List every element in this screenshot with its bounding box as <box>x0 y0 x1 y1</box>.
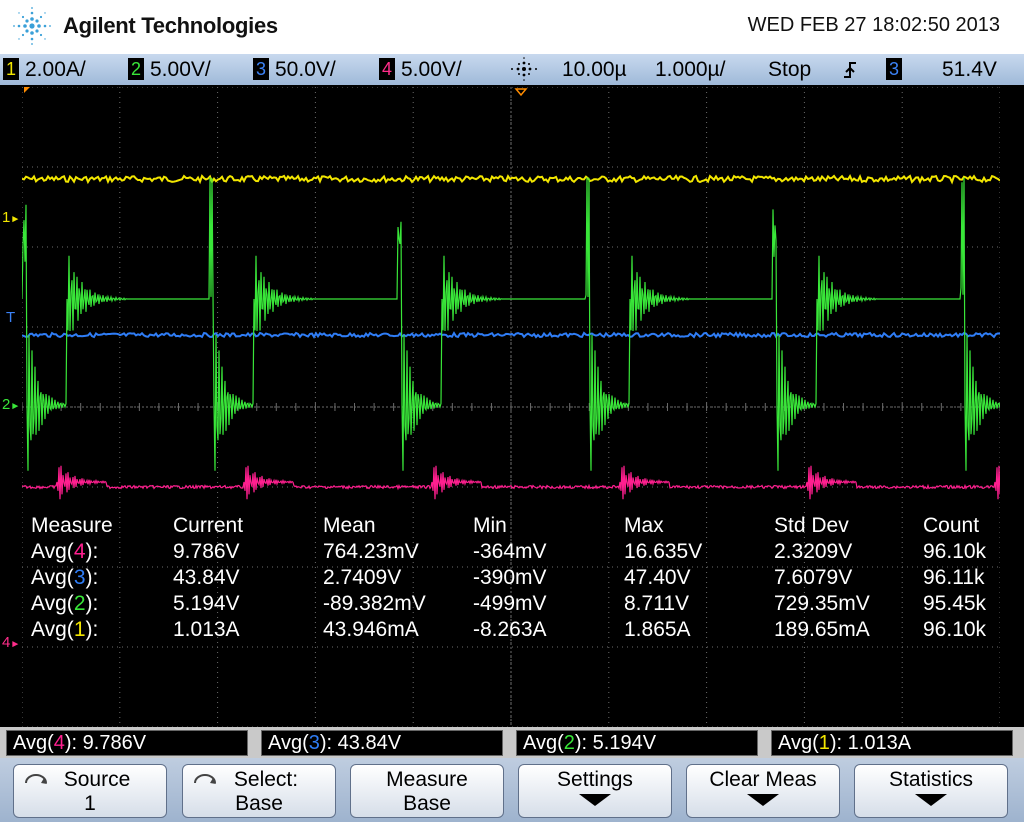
header-max: Max <box>624 514 664 537</box>
source-softkey[interactable]: Source 1 <box>13 764 167 818</box>
measurement-min: -390mV <box>473 566 547 589</box>
trigger-source-badge: 3 <box>886 58 902 80</box>
measurement-mean: -89.382mV <box>323 592 426 615</box>
measurement-label: Avg(1): <box>31 618 99 641</box>
measurement-std-dev: 729.35mV <box>774 592 870 615</box>
header-current: Current <box>173 514 244 537</box>
readout-avg4[interactable]: Avg(4): 9.786V <box>6 730 248 756</box>
status-bar: 1 2.00A/ 2 5.00V/ 3 50.0V/ 4 5.00V/ 10.00µ 1… <box>0 54 1024 85</box>
measurement-min: -364mV <box>473 540 547 563</box>
arrow-down-icon <box>915 794 947 806</box>
channel-4-ground-marker[interactable]: 4► <box>2 634 20 651</box>
channel-4-scale-value: 5.00V/ <box>401 58 462 81</box>
trigger-level[interactable]: 51.4V <box>942 57 997 82</box>
measurement-count: 96.10k <box>923 540 987 563</box>
header-bar: Agilent Technologies WED FEB 27 18:02:50… <box>0 0 1024 54</box>
channel-2-scale-value: 5.00V/ <box>150 58 211 81</box>
measurement-current: 43.84V <box>173 566 240 589</box>
measurement-std-dev: 7.6079V <box>774 566 853 589</box>
brand-name: Agilent Technologies <box>63 13 278 38</box>
run-state[interactable]: Stop <box>768 57 811 82</box>
measurement-count: 95.45k <box>923 592 987 615</box>
measurement-current: 5.194V <box>173 592 240 615</box>
measurement-std-dev: 2.3209V <box>774 540 853 563</box>
channel-2-scale[interactable]: 2 5.00V/ <box>128 57 211 82</box>
channel-1-scale[interactable]: 1 2.00A/ <box>3 57 86 82</box>
timebase-scale[interactable]: 1.000µ/ <box>655 57 726 82</box>
measurement-current: 1.013A <box>173 618 240 641</box>
measurement-mean: 2.7409V <box>323 566 402 589</box>
measurement-min: -499mV <box>473 592 547 615</box>
channel-3-scale[interactable]: 3 50.0V/ <box>253 57 336 82</box>
measurement-label: Avg(4): <box>31 540 99 563</box>
channel-1-ground-marker[interactable]: 1► <box>2 209 20 226</box>
rotate-knob-icon <box>25 774 47 784</box>
time-reference-marker-icon <box>24 87 30 93</box>
clear-meas-softkey[interactable]: Clear Meas <box>686 764 840 818</box>
header-count: Count <box>923 514 980 537</box>
channel-2-badge: 2 <box>128 58 144 80</box>
arrow-down-icon <box>579 794 611 806</box>
trigger-edge-icon <box>844 62 856 78</box>
channel-4-badge: 4 <box>379 58 395 80</box>
header-std-dev: Std Dev <box>774 514 849 537</box>
statistics-softkey[interactable]: Statistics <box>854 764 1008 818</box>
channel-3-badge: 3 <box>253 58 269 80</box>
measurement-mean: 764.23mV <box>323 540 419 563</box>
channel-4-scale[interactable]: 4 5.00V/ <box>379 57 462 82</box>
readout-avg1[interactable]: Avg(1): 1.013A <box>771 730 1013 756</box>
measurement-std-dev: 189.65mA <box>774 618 870 641</box>
measurement-min: -8.263A <box>473 618 547 641</box>
measurement-mean: 43.946mA <box>323 618 419 641</box>
measurement-max: 1.865A <box>624 618 691 641</box>
measurement-count: 96.10k <box>923 618 987 641</box>
trigger-source[interactable]: 3 <box>886 57 908 82</box>
settings-softkey[interactable]: Settings <box>518 764 672 818</box>
channel-3-scale-value: 50.0V/ <box>275 58 336 81</box>
header-measure: Measure <box>31 514 113 537</box>
measurement-max: 47.40V <box>624 566 691 589</box>
select-softkey[interactable]: Select: Base <box>182 764 336 818</box>
measurement-readout-bar: Avg(4): 9.786V Avg(3): 43.84V Avg(2): 5.… <box>0 727 1024 758</box>
horizontal-sweep-icon <box>511 57 537 81</box>
agilent-logo-icon <box>13 7 51 45</box>
header-min: Min <box>473 514 507 537</box>
measurement-label: Avg(3): <box>31 566 99 589</box>
readout-avg3[interactable]: Avg(3): 43.84V <box>261 730 503 756</box>
arrow-down-icon <box>747 794 779 806</box>
channel-2-ground-marker[interactable]: 2► <box>2 396 20 413</box>
measurement-max: 8.711V <box>624 592 689 615</box>
readout-avg2[interactable]: Avg(2): 5.194V <box>516 730 758 756</box>
measurement-label: Avg(2): <box>31 592 99 615</box>
trigger-level-marker[interactable]: T <box>6 309 15 326</box>
datetime: WED FEB 27 18:02:50 2013 <box>747 14 1000 36</box>
softkey-bar: Source 1 Select: Base Measure Base Setti… <box>0 758 1024 822</box>
measurement-current: 9.786V <box>173 540 240 563</box>
timebase-position[interactable]: 10.00µ <box>562 57 627 82</box>
measurement-count: 96.11k <box>923 566 985 589</box>
measure-softkey[interactable]: Measure Base <box>350 764 504 818</box>
rotate-knob-icon <box>194 774 216 784</box>
header-mean: Mean <box>323 514 376 537</box>
trigger-position-marker-icon <box>514 88 528 97</box>
measurement-max: 16.635V <box>624 540 703 563</box>
channel-1-badge: 1 <box>3 58 19 80</box>
channel-1-scale-value: 2.00A/ <box>25 58 86 81</box>
